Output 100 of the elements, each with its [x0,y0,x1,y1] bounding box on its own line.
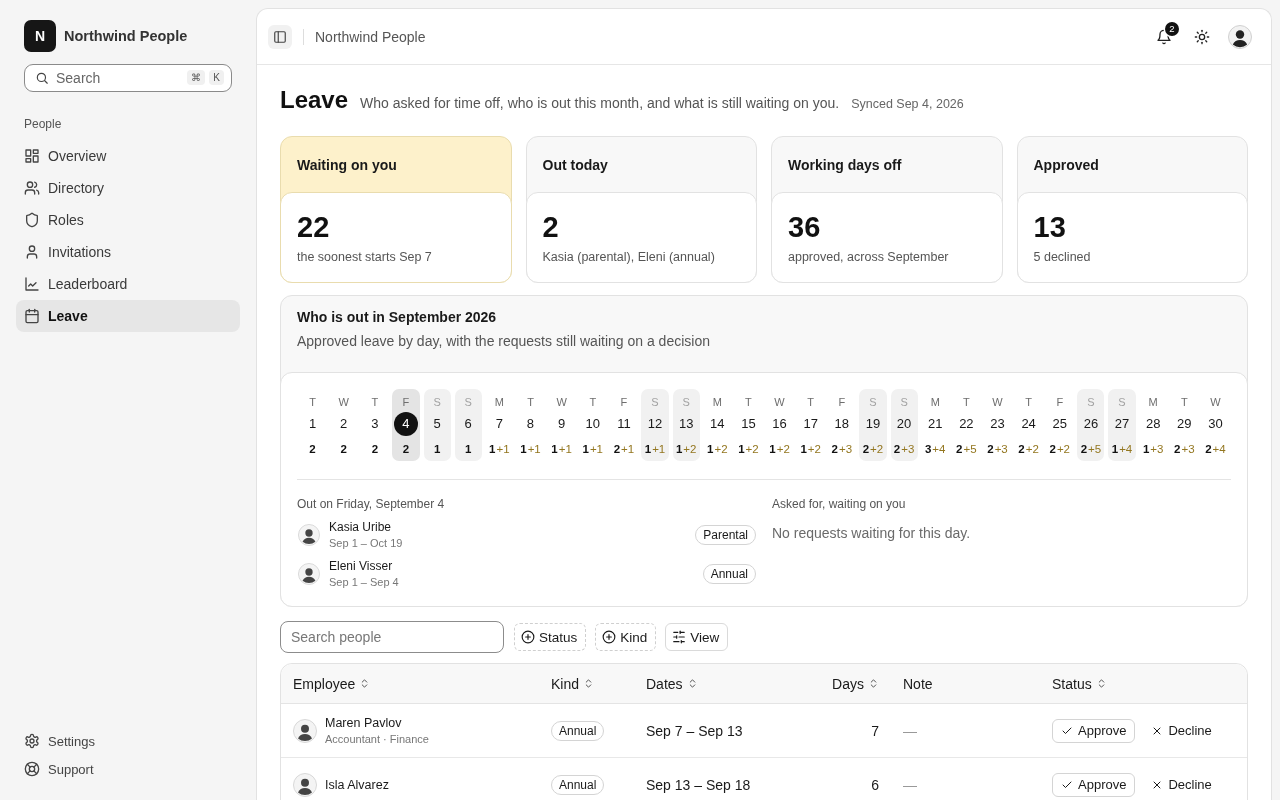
weekday-label: T [589,395,597,409]
column-header[interactable]: Kind [551,675,595,692]
filter-button[interactable]: Kind [595,623,657,651]
weekday-label: F [1056,395,1064,409]
day-number: 17 [802,415,819,433]
out-count: 2 [893,442,901,457]
out-count: 2 [371,442,379,457]
out-count: 2 [1080,442,1088,457]
search-field[interactable]: Search people [280,621,504,653]
waiting-count: +2 [745,442,759,457]
shortcut-key: ⌘ [187,70,206,85]
weekday-label: W [556,395,567,409]
stat-value: 36 [788,210,822,245]
avatar-icon [298,563,320,585]
employee-name: Isla Alvarez [325,776,389,793]
waiting-count: +4 [1119,442,1133,457]
weekday-label: T [807,395,815,409]
day-column[interactable]: S 20 2+3 [890,389,918,461]
stat-value: 22 [297,210,331,245]
weekday-label: S [433,395,441,409]
waiting-count: +1 [558,442,572,457]
weekday-label: F [838,395,846,409]
shortcut-key: K [209,70,224,85]
waiting-count: +5 [963,442,977,457]
footer-link[interactable]: Support [24,755,232,783]
day-column[interactable]: S 12 1+1 [641,389,669,461]
day-number: 12 [646,415,664,433]
weekday-label: W [774,395,785,409]
nav-item[interactable]: Leaderboard [16,268,240,300]
brand-logo: N [24,20,56,52]
approve-button[interactable]: Approve [1052,772,1136,797]
out-count: 3 [924,442,932,457]
nav-item[interactable]: Leave [16,300,240,332]
lifebuoy-icon [24,761,40,777]
day-number: 5 [432,415,442,433]
footer-link[interactable]: Settings [24,727,232,755]
employee-name: Maren Pavlov [325,714,403,731]
weekday-label: T [527,395,534,409]
nav-item[interactable]: Roles [16,204,240,236]
day-column[interactable]: F 4 2 [392,389,420,461]
day-number: 21 [927,415,944,433]
waiting-count: +2 [807,442,821,457]
out-count: 2 [831,442,838,457]
sort-icon [868,678,879,689]
day-column[interactable]: S 26 2+5 [1077,389,1105,461]
weekday-label: W [992,395,1003,409]
approve-button[interactable]: Approve [1052,718,1136,743]
user-avatar-icon[interactable] [1228,24,1252,49]
weekday-label: F [402,395,410,409]
day-column[interactable]: S 5 1 [423,389,451,461]
settings-icon [24,733,40,749]
waiting-count: +1 [496,442,510,457]
nav-item[interactable]: Invitations [16,236,240,268]
column-header[interactable]: Dates [646,675,698,692]
brand-name: Northwind People [64,28,188,44]
waiting-count: +1 [621,442,635,457]
out-count: 1 [465,442,472,457]
day-number: 1 [307,415,318,433]
day-column[interactable]: S 27 1+4 [1108,389,1136,461]
out-count: 1 [582,442,589,457]
page-title: Leave [280,85,349,115]
notifications-button[interactable]: 2 [1150,22,1178,51]
leave-dates: Sep 13 – Sep 18 [646,776,751,793]
column-header[interactable]: Employee [293,675,371,692]
day-number: 16 [771,415,788,433]
out-count: 2 [1049,442,1056,457]
leave-type-tag: Parental [695,525,756,545]
day-number: 24 [1020,415,1037,433]
weekday-label: M [494,395,504,409]
person-name: Eleni Visser [329,558,394,574]
out-count: 1 [738,442,745,457]
day-number: 28 [1144,415,1162,433]
day-column[interactable]: S 13 1+2 [672,389,700,461]
out-count: 1 [769,442,776,457]
column-header[interactable]: Days [832,675,879,692]
day-number: 8 [525,415,536,433]
waiting-count: +2 [1056,442,1070,457]
day-number: 20 [895,415,913,433]
weekday-label: T [1025,395,1032,409]
day-number: 26 [1082,415,1100,433]
waiting-count: +2 [776,442,790,457]
day-number: 15 [740,415,757,433]
out-count: 1 [551,442,558,457]
shield-icon [24,212,40,228]
filter-button[interactable]: Status [514,623,587,651]
search-icon [35,71,49,85]
view-button[interactable]: View [665,623,729,651]
column-header[interactable]: Status [1052,675,1107,692]
day-number: 29 [1176,415,1193,433]
nav-item[interactable]: Directory [16,172,240,204]
sliders-icon [672,630,687,644]
day-column[interactable]: S 19 2+2 [859,389,887,461]
stat-caption: Kasia (parental), Eleni (annual) [542,249,716,266]
nav-item[interactable]: Overview [16,140,240,172]
sidebar-toggle-button[interactable] [268,24,292,49]
day-column[interactable]: S 6 1 [454,389,482,461]
waiting-heading: Asked for, waiting on you [772,496,907,512]
day-number: 7 [494,415,504,433]
waiting-count: +2 [714,442,728,457]
leave-type-tag: Annual [551,774,605,795]
